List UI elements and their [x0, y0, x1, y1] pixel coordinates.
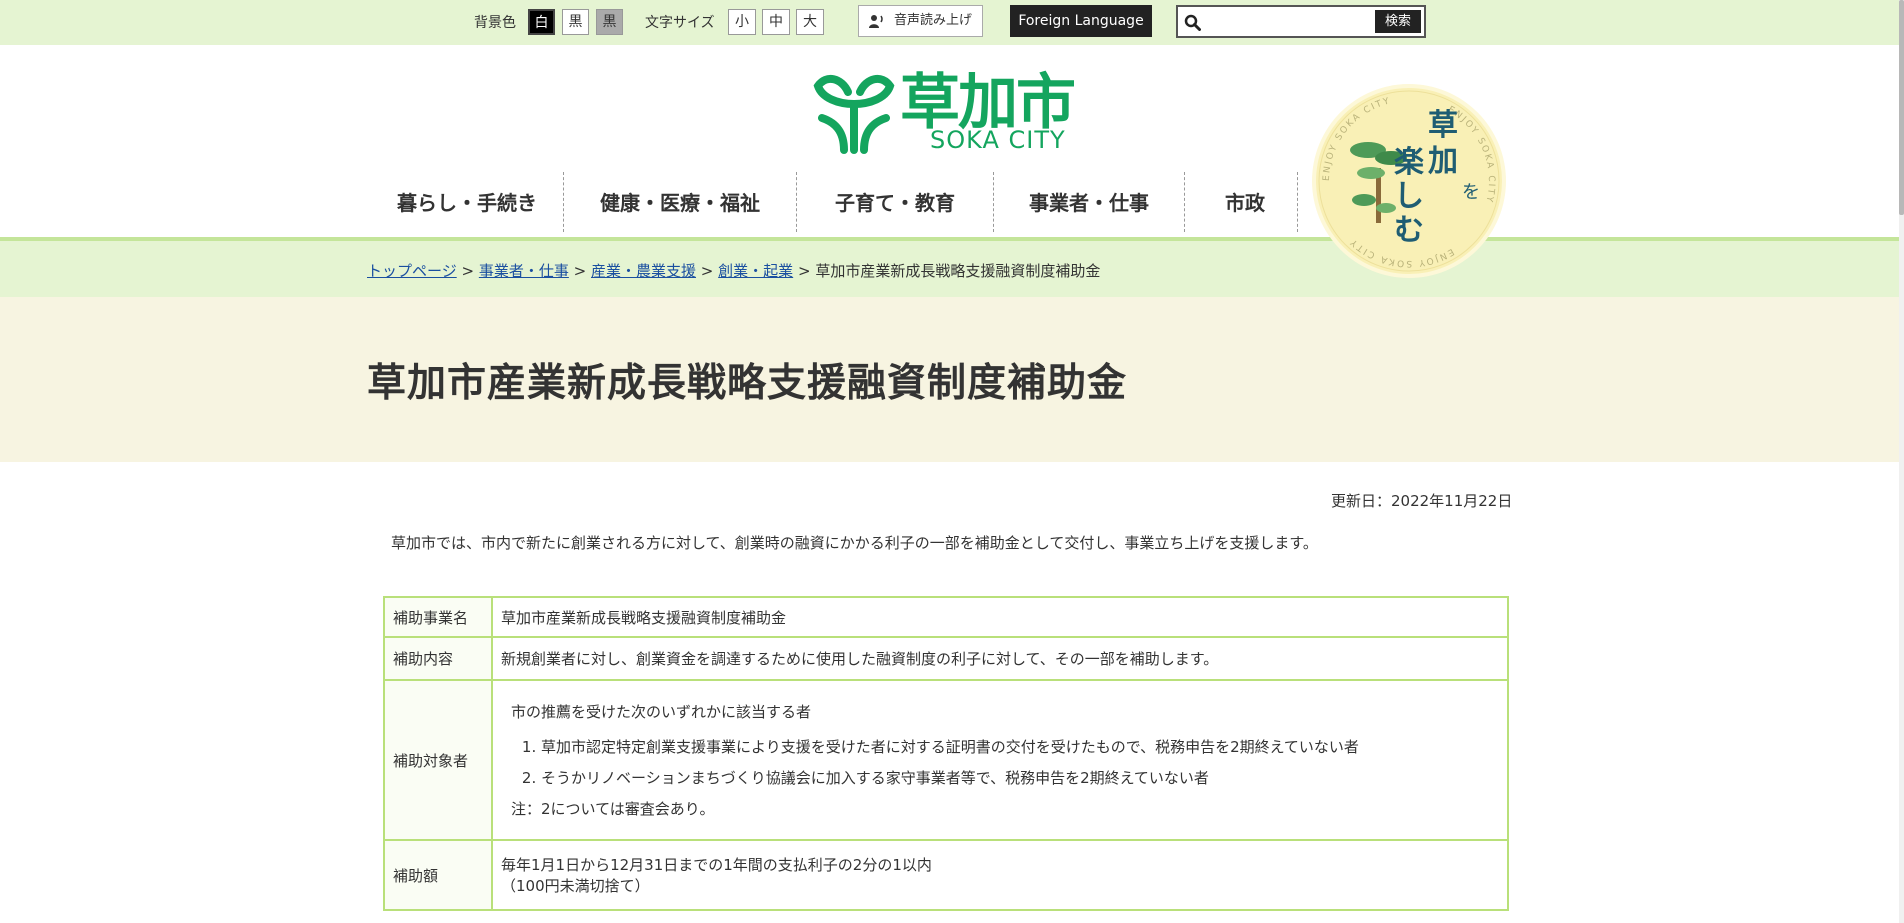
- breadcrumb-separator: >: [461, 262, 475, 280]
- nav-item-health[interactable]: 健康・医療・福祉: [564, 172, 796, 234]
- eligible-note: 注：2については審査会あり。: [511, 800, 715, 818]
- seal-title-tanoshimu: 楽しむ: [1394, 145, 1424, 248]
- speaker-person-icon: [869, 15, 883, 28]
- row-label-amount: 補助額: [383, 839, 493, 911]
- bg-color-label: 背景色: [474, 15, 516, 31]
- eligible-list: 草加市認定特定創業支援事業により支援を受けた者に対する証明書の交付を受けたもので…: [501, 736, 1499, 788]
- bg-black-button[interactable]: 黒: [562, 9, 589, 35]
- scrollbar-thumb[interactable]: [1899, 0, 1904, 215]
- search-icon: [1184, 14, 1201, 31]
- table-row: 補助額 毎年1月1日から12月31日までの1年間の支払利子の2分の1以内 （10…: [383, 839, 1509, 911]
- table-row: 補助事業名 草加市産業新成長戦略支援融資制度補助金: [383, 596, 1509, 638]
- utility-bar: 背景色 白 黒 黒 文字サイズ 小 中 大 音声読み上げ Foreign Lan…: [0, 0, 1899, 45]
- logo-roman: SOKA CITY: [930, 126, 1066, 154]
- font-medium-button[interactable]: 中: [762, 9, 790, 35]
- amount-line-2: （100円未満切捨て）: [501, 877, 650, 895]
- nav-divider: [1297, 172, 1298, 232]
- font-small-button[interactable]: 小: [728, 9, 756, 35]
- voice-reader-label: 音声読み上げ: [894, 13, 973, 28]
- row-label-eligible: 補助対象者: [383, 679, 493, 841]
- page-scrollbar[interactable]: [1899, 0, 1904, 923]
- nav-item-city-govt[interactable]: 市政: [1185, 172, 1305, 234]
- seal-title-kusaka: 草加: [1428, 108, 1458, 179]
- row-label-name: 補助事業名: [383, 596, 493, 638]
- breadcrumb-link-business[interactable]: 事業者・仕事: [479, 262, 569, 280]
- table-row: 補助対象者 市の推薦を受けた次のいずれかに該当する者 草加市認定特定創業支援事業…: [383, 679, 1509, 841]
- nav-item-childcare[interactable]: 子育て・教育: [797, 172, 993, 234]
- breadcrumb-current: 草加市産業新成長戦略支援融資制度補助金: [815, 262, 1101, 280]
- list-item: 草加市認定特定創業支援事業により支援を受けた者に対する証明書の交付を受けたもので…: [541, 736, 1499, 757]
- breadcrumb-separator: >: [573, 262, 587, 280]
- table-row: 補助内容 新規創業者に対し、創業資金を調達するために使用した融資制度の利子に対し…: [383, 636, 1509, 681]
- bg-gray-button[interactable]: 黒: [596, 9, 623, 35]
- page-title: 草加市産業新成長戦略支援融資制度補助金: [367, 361, 1128, 406]
- row-label-content: 補助内容: [383, 636, 493, 681]
- row-value-name: 草加市産業新成長戦略支援融資制度補助金: [491, 596, 1509, 638]
- list-item: そうかリノベーションまちづくり協議会に加入する家守事業者等で、税務申告を2期終え…: [541, 767, 1499, 788]
- breadcrumb-separator: >: [700, 262, 714, 280]
- breadcrumb: トップページ > 事業者・仕事 > 産業・農業支援 > 創業・起業 > 草加市産…: [367, 260, 1100, 281]
- voice-reader-button[interactable]: 音声読み上げ: [858, 5, 983, 37]
- breadcrumb-separator: >: [797, 262, 811, 280]
- breadcrumb-link-top[interactable]: トップページ: [367, 262, 457, 280]
- subsidy-info-table: 補助事業名 草加市産業新成長戦略支援融資制度補助金 補助内容 新規創業者に対し、…: [383, 596, 1509, 911]
- seal-particle: を: [1462, 182, 1480, 203]
- breadcrumb-link-industry[interactable]: 産業・農業支援: [591, 262, 696, 280]
- site-logo[interactable]: 草加市 SOKA CITY: [808, 60, 1088, 155]
- nav-item-living[interactable]: 暮らし・手続き: [372, 172, 562, 234]
- intro-text: 草加市では、市内で新たに創業される方に対して、創業時の融資にかかる利子の一部を補…: [391, 534, 1318, 552]
- search-input[interactable]: [1208, 10, 1352, 34]
- font-size-label: 文字サイズ: [645, 15, 715, 31]
- breadcrumb-link-startup[interactable]: 創業・起業: [718, 262, 793, 280]
- search-box: 検索: [1176, 5, 1426, 38]
- amount-line-1: 毎年1月1日から12月31日までの1年間の支払利子の2分の1以内: [501, 856, 932, 874]
- city-emblem-icon: [813, 74, 895, 154]
- eligible-lead: 市の推薦を受けた次のいずれかに該当する者: [511, 703, 812, 721]
- row-value-eligible: 市の推薦を受けた次のいずれかに該当する者 草加市認定特定創業支援事業により支援を…: [491, 679, 1509, 841]
- row-value-amount: 毎年1月1日から12月31日までの1年間の支払利子の2分の1以内 （100円未満…: [491, 839, 1509, 911]
- nav-item-business[interactable]: 事業者・仕事: [994, 172, 1184, 234]
- foreign-language-button[interactable]: Foreign Language: [1010, 5, 1152, 37]
- row-value-content: 新規創業者に対し、創業資金を調達するために使用した融資制度の利子に対して、その一…: [491, 636, 1509, 681]
- font-large-button[interactable]: 大: [796, 9, 824, 35]
- search-button[interactable]: 検索: [1375, 10, 1421, 33]
- enjoy-soka-seal[interactable]: ENJOY SOKA CITY ENJOY SOKA CITY ENJOY SO…: [1316, 88, 1502, 274]
- updated-date: 更新日：2022年11月22日: [1331, 492, 1513, 510]
- bg-white-button[interactable]: 白: [528, 9, 555, 35]
